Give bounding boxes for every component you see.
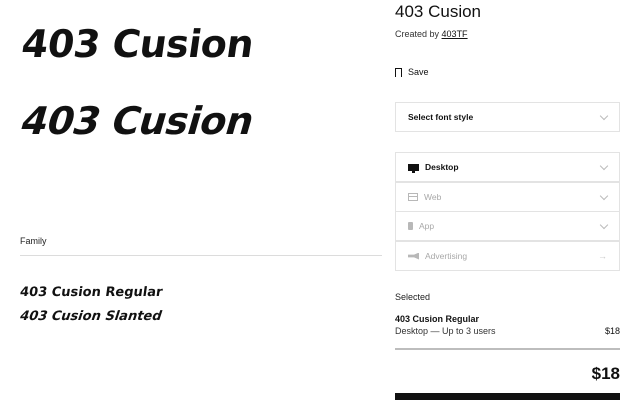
license-option-advertising[interactable]: Advertising → <box>395 241 620 271</box>
license-option-app[interactable]: App <box>395 211 620 241</box>
specimen-large-regular: 403 Cusion <box>18 22 257 66</box>
specimen-large-slanted: 403 Cusion <box>15 99 260 143</box>
advertising-icon <box>408 252 419 260</box>
family-heading: Family <box>20 236 47 246</box>
web-icon <box>408 193 418 201</box>
save-button[interactable]: Save <box>395 65 429 80</box>
created-by: Created by 403TF <box>395 29 468 39</box>
summary-divider <box>395 348 620 350</box>
app-icon <box>408 222 413 230</box>
family-style-slanted[interactable]: 403 Cusion Slanted <box>18 309 164 324</box>
family-style-regular[interactable]: 403 Cusion Regular <box>19 285 163 300</box>
family-divider <box>20 255 382 256</box>
arrow-right-icon: → <box>598 251 607 261</box>
desktop-icon <box>408 163 419 173</box>
created-by-prefix: Created by <box>395 29 440 39</box>
total-price: $18 <box>591 364 620 383</box>
font-style-select[interactable]: Select font style <box>395 102 620 132</box>
author-link[interactable]: 403TF <box>442 29 468 39</box>
selected-item-name: 403 Cusion Regular <box>395 314 480 324</box>
license-label: App <box>419 221 435 231</box>
license-label: Advertising <box>425 251 468 261</box>
font-title: 403 Cusion <box>395 2 482 21</box>
bookmark-icon <box>395 67 402 80</box>
license-label: Desktop <box>425 162 459 172</box>
selected-item-price: $18 <box>604 326 620 336</box>
chevron-down-icon <box>599 220 609 229</box>
selected-heading: Selected <box>395 292 431 302</box>
checkout-button[interactable] <box>395 393 620 400</box>
chevron-down-icon <box>599 161 609 170</box>
license-option-web[interactable]: Web <box>395 182 620 212</box>
chevron-down-icon <box>599 111 609 120</box>
chevron-down-icon <box>599 191 609 200</box>
license-option-desktop[interactable]: Desktop <box>395 152 620 182</box>
save-label: Save <box>408 67 429 77</box>
selected-item-description: Desktop — Up to 3 users <box>395 326 496 336</box>
font-style-select-label: Select font style <box>408 112 474 122</box>
license-label: Web <box>424 192 442 202</box>
